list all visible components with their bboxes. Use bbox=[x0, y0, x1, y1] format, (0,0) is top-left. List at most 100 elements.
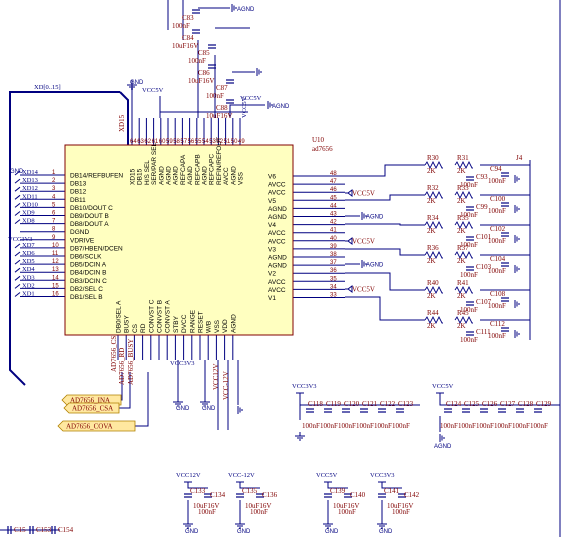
schematic-canvas: U10ad76561 DB14/REFBUFENXD142 DB13XD133 DB1… bbox=[0, 0, 561, 537]
bulk-c1-ref: C135 bbox=[242, 487, 258, 495]
bottom-pin-name: CONVST C bbox=[148, 299, 155, 333]
left-pin-net: XD1 bbox=[22, 291, 35, 298]
top-pin-name: REFCAPC bbox=[209, 154, 216, 185]
right-pin-name: AVCC bbox=[268, 190, 286, 197]
decouple-ref: C125 bbox=[464, 400, 480, 408]
filter-r2-ref: R33 bbox=[457, 184, 469, 192]
top-pin-name: VSS bbox=[238, 171, 245, 185]
decouple-right-agnd bbox=[439, 434, 445, 442]
filter-r1-value: 2K bbox=[427, 197, 436, 205]
right-pin-name: V5 bbox=[268, 198, 276, 205]
left-pin-net: XD11 bbox=[22, 193, 38, 200]
right-pin-name: V6 bbox=[268, 174, 276, 181]
filter-c2-value: 100nF bbox=[488, 177, 506, 185]
vcc5v-vertical: VCC5V bbox=[241, 96, 248, 118]
bulk-c2-ref: C140 bbox=[350, 491, 366, 499]
top-pin-name: AGND bbox=[166, 166, 173, 185]
filter-agnd bbox=[514, 300, 520, 308]
top-pin-name: H/S SEL bbox=[144, 160, 151, 185]
avcc-net-label: VCC5V bbox=[352, 286, 375, 294]
left-pin-name: DB3/DCIN C bbox=[70, 278, 107, 285]
vdrive-net: VCC3V3 bbox=[8, 236, 33, 243]
right-pin-name: AVCC bbox=[268, 182, 286, 189]
top-cap-C83 bbox=[192, 9, 200, 14]
right-pin-name: AGND bbox=[268, 263, 287, 270]
right-pin-number: 40 bbox=[330, 236, 337, 242]
left-pin-net: XD14 bbox=[22, 169, 39, 176]
decouple-value: 100nF bbox=[530, 422, 548, 430]
decouple-value: 100nF bbox=[302, 422, 320, 430]
agnd-r1-label: AGND bbox=[366, 215, 384, 221]
filter-r2-value: 2K bbox=[457, 227, 466, 235]
vcc3v3-pin-label: VCC3V3 bbox=[170, 360, 195, 367]
agnd-r2-label: AGND bbox=[366, 263, 384, 269]
right-pin-number: 38 bbox=[330, 252, 337, 258]
filter-C111 bbox=[466, 331, 474, 336]
right-pin-number: 48 bbox=[330, 171, 337, 177]
bottom-pin-name: VDD bbox=[222, 319, 229, 333]
filter-c-value: 100nF bbox=[460, 336, 478, 344]
left-pin-net: XD8 bbox=[22, 218, 35, 225]
bus-entry bbox=[14, 267, 21, 273]
filter-in-wire bbox=[345, 164, 425, 177]
left-pin-name: DB11 bbox=[70, 197, 86, 204]
decouple-C129 bbox=[534, 408, 542, 413]
bulk-net-label: VCC5V bbox=[316, 472, 338, 479]
filter-r2-value: 2K bbox=[457, 257, 466, 265]
bottom-pin-name: AGND bbox=[230, 314, 237, 333]
filter-C102 bbox=[501, 232, 509, 237]
top-cap-C84 bbox=[192, 29, 200, 34]
decouple-value: 100nF bbox=[392, 422, 410, 430]
right-pin-number: 41 bbox=[330, 228, 337, 234]
bulk-c2-value: 10uF16V bbox=[245, 502, 271, 510]
avcc-net-label: VCC5V bbox=[352, 238, 375, 246]
bus-entry bbox=[14, 251, 21, 257]
top-cap-ref: C86 bbox=[198, 69, 210, 77]
ad-cs-label: AD7656_CS bbox=[110, 336, 118, 372]
left-pin-name: DB12 bbox=[70, 189, 87, 196]
right-pin-name: V3 bbox=[268, 246, 276, 253]
bus-entry bbox=[14, 186, 21, 192]
right-pin-number: 36 bbox=[330, 268, 337, 274]
filter-c-ref: C93 bbox=[476, 173, 488, 181]
right-pin-name: AVCC bbox=[268, 287, 286, 294]
decouple-value: 100nF bbox=[374, 422, 392, 430]
bulk-c2-value: 10uF16V bbox=[387, 502, 413, 510]
top-cap-value: 100nF bbox=[172, 22, 190, 30]
right-pin-number: 33 bbox=[330, 293, 337, 299]
decouple-ref: C123 bbox=[398, 400, 414, 408]
right-pin-name: AGND bbox=[268, 206, 287, 213]
bottom-pin-name: CONVST A bbox=[165, 300, 172, 333]
bottom-pin-name: STBY bbox=[173, 315, 180, 333]
top-pin-name: AGND bbox=[173, 166, 180, 185]
decouple-value: 100nF bbox=[512, 422, 530, 430]
bus-entry bbox=[14, 211, 21, 216]
top-cap-C87 bbox=[226, 79, 234, 84]
bulk-c1-ref: C141 bbox=[384, 487, 400, 495]
left-pin-net: XD6 bbox=[22, 250, 35, 257]
corner-cap-ref: C154 bbox=[58, 526, 74, 534]
left-pin-name: DB10/DOUT C bbox=[70, 205, 113, 212]
left-pin-net: XD3 bbox=[22, 274, 35, 281]
bottom-pin-name: DVCC bbox=[181, 314, 188, 333]
left-pin-number: 11 bbox=[52, 251, 59, 257]
filter-c2-ref: C100 bbox=[490, 195, 506, 203]
top-pin-name: AGND bbox=[187, 166, 194, 185]
left-pin-name: VDRIVE bbox=[70, 237, 95, 244]
filter-c2-value: 100nF bbox=[488, 237, 506, 245]
bulk-c2-ref: C142 bbox=[404, 491, 420, 499]
bulk-c1-ref: C133 bbox=[190, 487, 206, 495]
filter-r1-ref: R32 bbox=[427, 184, 439, 192]
decouple-value: 100nF bbox=[356, 422, 374, 430]
right-pin-name: V1 bbox=[268, 295, 276, 302]
filter-c2-ref: C104 bbox=[490, 255, 506, 263]
decouple-ref: C129 bbox=[536, 400, 552, 408]
bottom-pin-name: CS bbox=[132, 323, 139, 333]
left-pin-name: DB4/DCIN B bbox=[70, 270, 106, 277]
filter-c2-value: 100nF bbox=[488, 267, 506, 275]
left-pin-net: XD5 bbox=[22, 258, 35, 265]
left-pin-number: 16 bbox=[52, 292, 59, 298]
left-pin-net: XD4 bbox=[22, 266, 35, 273]
filter-C101 bbox=[466, 236, 474, 241]
filter-r2-value: 2K bbox=[457, 197, 466, 205]
